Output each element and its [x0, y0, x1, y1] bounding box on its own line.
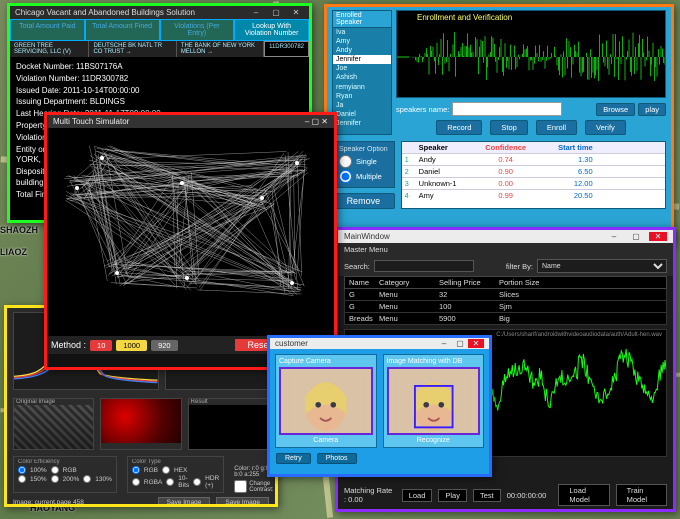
radio-ct-rgba[interactable]	[132, 478, 140, 486]
filter-1[interactable]: DEUTSCHE BK NATL TR CO TRUST →	[89, 41, 176, 57]
map-d3: SHAOZH	[0, 225, 38, 235]
train-model-button[interactable]: Train Model	[616, 484, 667, 506]
minimize-icon[interactable]: –	[305, 117, 309, 126]
browse-button[interactable]: Browse	[596, 103, 635, 116]
filter-label: filter By:	[506, 262, 533, 271]
speaker-option-box: Speaker Option Single Multiple	[332, 141, 395, 188]
thumb-original: Original Image	[13, 398, 94, 450]
verify-button[interactable]: Verify	[585, 120, 626, 135]
thumb-mid	[100, 398, 181, 450]
radio-150[interactable]	[18, 475, 26, 483]
speaker-list[interactable]: Enrolled Speaker Iva Amy Andy Jennifer J…	[332, 10, 392, 135]
save-image-button-2[interactable]: Save Image	[216, 497, 269, 507]
close-icon[interactable]: ✕	[649, 232, 667, 241]
color-type-group: Color Type RGB HEX RGBA 10-Bits HDR (+)	[127, 456, 224, 493]
results-table: SpeakerConfidenceStart time 1Andy0.741.3…	[401, 141, 666, 209]
chicago-title: Chicago Vacant and Abandoned Buildings S…	[15, 8, 195, 17]
timer: 00:00:00:00	[507, 491, 547, 500]
load-button[interactable]: Load	[402, 489, 433, 502]
radio-ct-hex[interactable]	[162, 466, 170, 474]
filename-label: Image: current.page 458	[13, 499, 84, 506]
chip-1: 1000	[116, 340, 147, 351]
close-icon[interactable]: ✕	[321, 117, 328, 126]
chicago-filters: GREEN TREE SERVICING, LLC (V) DEUTSCHE B…	[10, 41, 309, 57]
main-title: MainWindow	[344, 232, 390, 241]
match-rate: Matching Rate : 0.00	[344, 486, 396, 504]
radio-single[interactable]	[339, 155, 352, 168]
map-d2: LIAOZ	[0, 247, 27, 257]
tab-fined[interactable]: Total Amount Fined	[85, 19, 160, 41]
capture-column: Capture Camera Camera	[275, 354, 377, 448]
radio-rgb[interactable]	[51, 466, 59, 474]
tab-violations[interactable]: Violations (Per Entry)	[160, 19, 235, 41]
touch-canvas[interactable]	[47, 128, 334, 336]
radio-multiple[interactable]	[339, 170, 352, 183]
filter-0[interactable]: GREEN TREE SERVICING, LLC (V)	[10, 41, 89, 57]
radio-ct-10bit[interactable]	[166, 478, 174, 486]
stop-button[interactable]: Stop	[490, 120, 527, 135]
radio-200[interactable]	[51, 475, 59, 483]
remove-button[interactable]: Remove	[332, 193, 395, 209]
enrollment-window: Enrolled Speaker Iva Amy Andy Jennifer J…	[324, 4, 674, 243]
multitouch-window: Multi Touch Simulator – ▢ ✕ Method : 10 …	[44, 112, 337, 370]
minimize-icon[interactable]: –	[248, 8, 264, 17]
play-button[interactable]: Play	[438, 489, 467, 502]
color-efficiency-group: Color Efficiency 100% RGB 150% 200% 130%	[13, 456, 117, 493]
thumb-result: Result	[188, 398, 269, 450]
touch-title: Multi Touch Simulator	[53, 117, 129, 126]
face-capture	[279, 367, 373, 435]
contrast-check[interactable]	[234, 480, 247, 493]
photos-button[interactable]: Photos	[317, 453, 357, 464]
minimize-icon[interactable]: –	[436, 339, 452, 348]
record-button[interactable]: Record	[436, 120, 482, 135]
save-image-button[interactable]: Save Image	[158, 497, 211, 507]
face-title: customer	[275, 339, 308, 348]
load-model-button[interactable]: Load Model	[558, 484, 609, 506]
close-icon[interactable]: ✕	[468, 339, 484, 348]
menu-table: NameCategorySelling PricePortion Size GM…	[338, 276, 673, 325]
face-match	[387, 367, 481, 435]
tab-lookup[interactable]: Lookup With Violation Number	[234, 19, 309, 41]
play-button[interactable]: play	[638, 103, 666, 116]
waveform-view: Enrollment and Verification	[396, 10, 666, 98]
face-window: customer – ▢ ✕ Capture Camera Camera Ima…	[267, 335, 492, 477]
test-button[interactable]: Test	[473, 489, 501, 502]
radio-ct-hdr[interactable]	[193, 478, 201, 486]
search-input[interactable]	[374, 260, 474, 272]
match-column: Image Matching with DB Recognize	[383, 354, 485, 448]
enroll-button[interactable]: Enroll	[536, 120, 577, 135]
speaker-name-label: speakers name:	[396, 105, 449, 114]
method-label: Method :	[51, 340, 86, 350]
section-title: Master Menu	[338, 243, 673, 256]
maximize-icon[interactable]: ▢	[268, 8, 284, 17]
minimize-icon[interactable]: –	[605, 232, 623, 241]
radio-130[interactable]	[83, 475, 91, 483]
tab-paid[interactable]: Total Amount Paid	[10, 19, 85, 41]
maximize-icon[interactable]: ▢	[627, 232, 645, 241]
radio-100[interactable]	[18, 466, 26, 474]
close-icon[interactable]: ✕	[288, 8, 304, 17]
filter-3[interactable]: 11DR300782	[264, 41, 309, 57]
filter-select[interactable]: Name	[537, 259, 667, 273]
chip-2: 920	[151, 340, 178, 351]
search-label: Search:	[344, 262, 370, 271]
maximize-icon[interactable]: ▢	[452, 339, 468, 348]
speaker-name-input[interactable]	[452, 102, 562, 116]
chicago-tabs: Total Amount Paid Total Amount Fined Vio…	[10, 19, 309, 41]
filter-2[interactable]: THE BANK OF NEW YORK MELLON →	[177, 41, 264, 57]
retry-button[interactable]: Retry	[276, 453, 311, 464]
radio-ct-rgb[interactable]	[132, 466, 140, 474]
chip-0: 10	[90, 340, 112, 351]
maximize-icon[interactable]: ▢	[312, 117, 320, 126]
